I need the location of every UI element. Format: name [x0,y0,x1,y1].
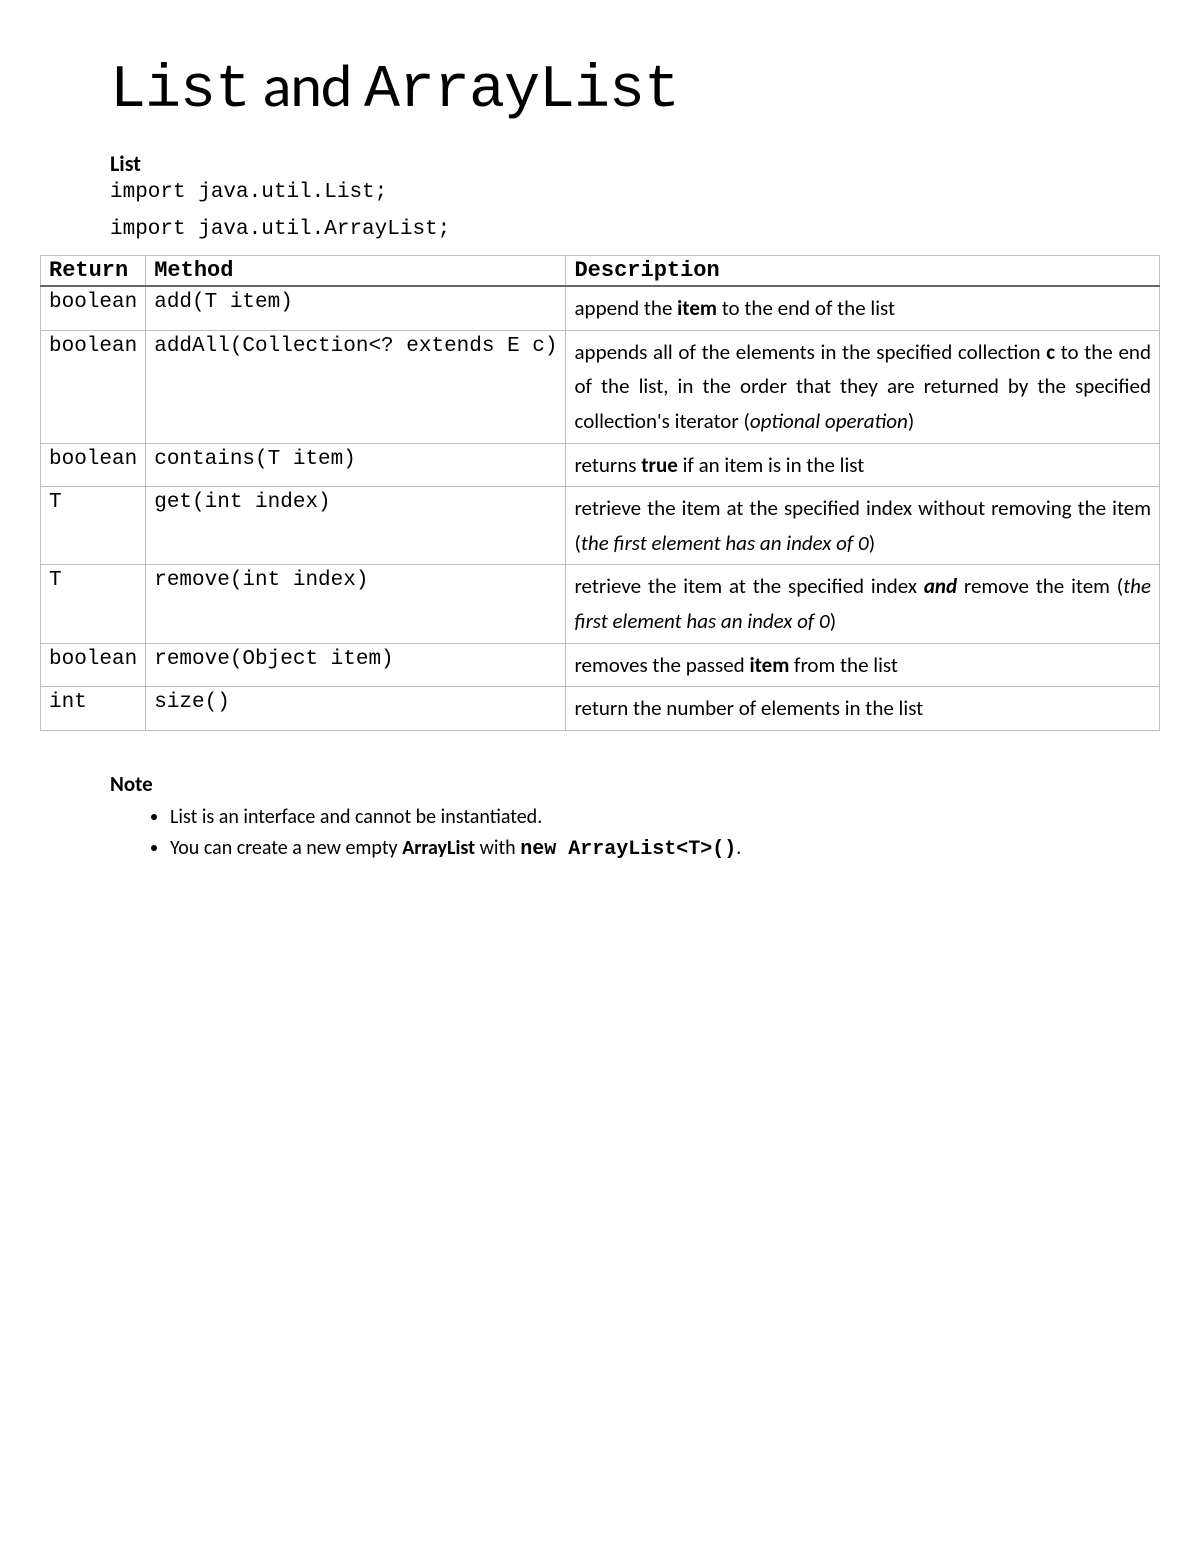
section-list-heading: List [110,150,1110,177]
header-method: Method [146,256,566,287]
title-code-1: List [110,57,250,125]
cell-method: remove(int index) [146,565,566,643]
cell-desc: removes the passed item from the list [566,643,1160,687]
table-row: boolean add(T item) append the item to t… [41,286,1160,330]
methods-table-wrap: Return Method Description boolean add(T … [40,255,1160,731]
list-item: You can create a new empty ArrayList wit… [170,834,1110,864]
cell-return: T [41,487,146,565]
table-row: boolean contains(T item) returns true if… [41,443,1160,487]
header-description: Description [566,256,1160,287]
table-header-row: Return Method Description [41,256,1160,287]
cell-desc: retrieve the item at the specified index… [566,487,1160,565]
cell-return: T [41,565,146,643]
cell-method: add(T item) [146,286,566,330]
cell-method: size() [146,687,566,731]
cell-method: addAll(Collection<? extends E c) [146,330,566,443]
title-text: and [250,50,364,123]
cell-method: remove(Object item) [146,643,566,687]
table-row: T get(int index) retrieve the item at th… [41,487,1160,565]
import-line-1: import java.util.List; [110,181,1110,204]
list-item: List is an interface and cannot be insta… [170,803,1110,832]
cell-method: contains(T item) [146,443,566,487]
cell-return: boolean [41,443,146,487]
table-row: boolean remove(Object item) removes the … [41,643,1160,687]
cell-return: boolean [41,286,146,330]
table-row: boolean addAll(Collection<? extends E c)… [41,330,1160,443]
cell-desc: retrieve the item at the specified index… [566,565,1160,643]
cell-desc: returns true if an item is in the list [566,443,1160,487]
import-line-2: import java.util.ArrayList; [110,218,1110,241]
page-title: List and ArrayList [110,50,1110,125]
cell-desc: appends all of the elements in the speci… [566,330,1160,443]
header-return: Return [41,256,146,287]
cell-desc: return the number of elements in the lis… [566,687,1160,731]
cell-desc: append the item to the end of the list [566,286,1160,330]
cell-return: boolean [41,330,146,443]
cell-return: int [41,687,146,731]
note-heading: Note [110,771,1110,797]
cell-return: boolean [41,643,146,687]
table-row: T remove(int index) retrieve the item at… [41,565,1160,643]
title-code-2: ArrayList [364,57,679,125]
methods-table: Return Method Description boolean add(T … [40,255,1160,731]
notes-list: List is an interface and cannot be insta… [110,803,1110,864]
cell-method: get(int index) [146,487,566,565]
table-row: int size() return the number of elements… [41,687,1160,731]
